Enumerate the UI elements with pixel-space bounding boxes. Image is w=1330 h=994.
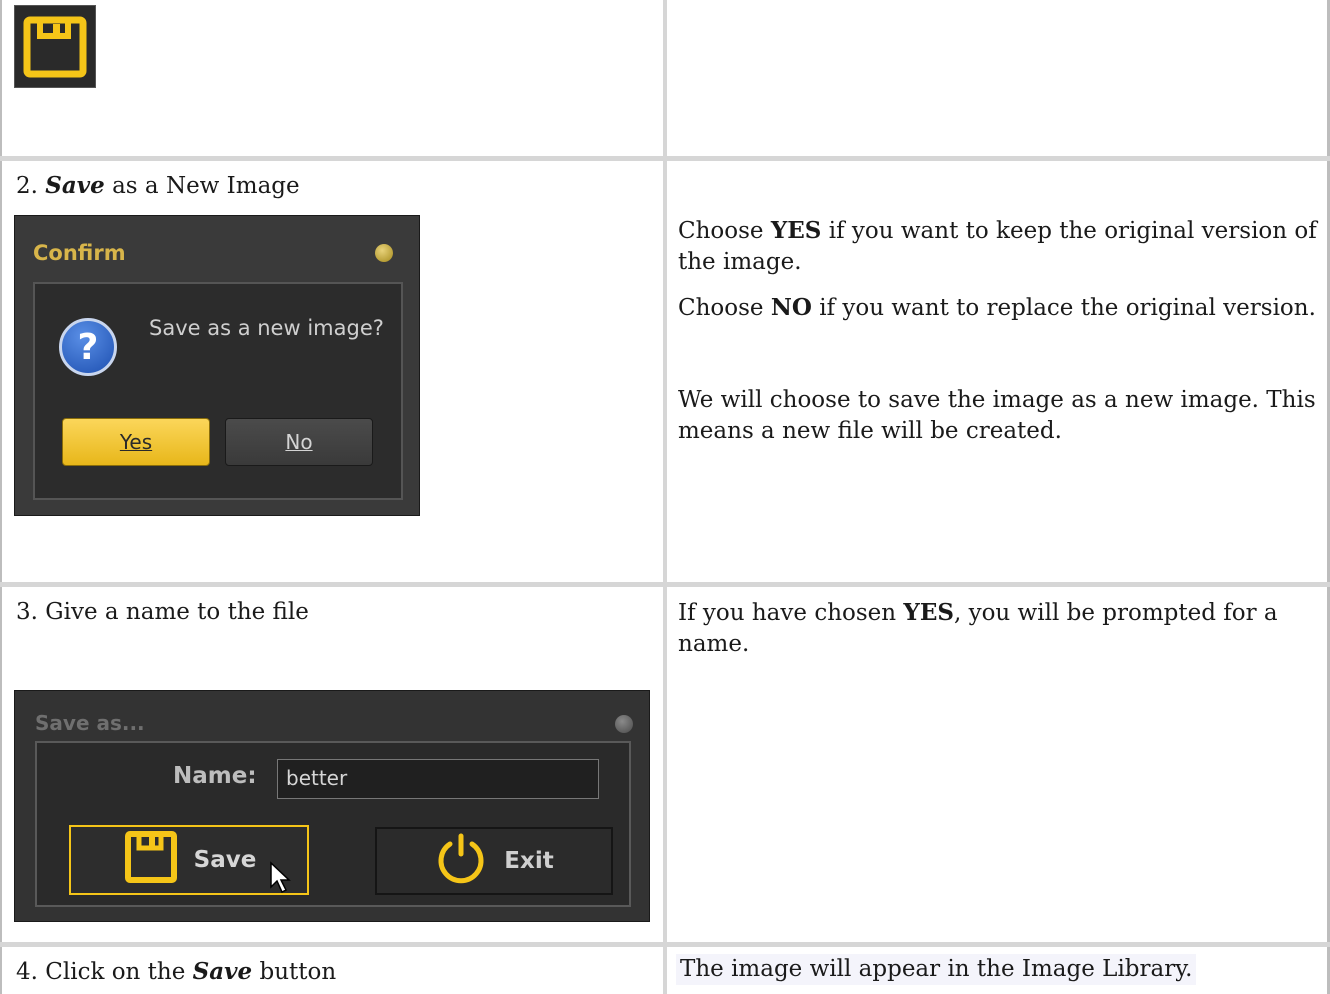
paragraph: We will choose to save the image as a ne… bbox=[678, 387, 1316, 444]
paragraph: Choose NO if you want to replace the ori… bbox=[678, 294, 1316, 321]
document-page: 2. Save as a New Image Confirm ? Save as… bbox=[0, 0, 1330, 994]
name-label: Name: bbox=[173, 763, 257, 789]
table-divider bbox=[0, 942, 1330, 947]
no-button[interactable]: No bbox=[225, 418, 373, 466]
row2-description: Choose YES if you want to keep the origi… bbox=[678, 215, 1323, 447]
mouse-cursor-icon bbox=[269, 861, 293, 899]
row3-description: If you have chosen YES, you will be prom… bbox=[678, 599, 1278, 657]
confirm-dialog-title: Confirm bbox=[33, 241, 126, 265]
exit-button[interactable]: Exit bbox=[375, 827, 613, 895]
yes-button[interactable]: Yes bbox=[62, 418, 210, 466]
power-icon bbox=[434, 832, 488, 890]
table-divider bbox=[0, 0, 2, 994]
name-input-value: better bbox=[286, 766, 348, 790]
exit-button-label: Exit bbox=[504, 848, 554, 874]
paragraph: Choose YES if you want to keep the origi… bbox=[678, 217, 1317, 275]
save-as-dialog: Save as... Name: better Save Exit bbox=[14, 690, 650, 922]
floppy-disk-icon bbox=[14, 5, 96, 88]
save-as-dialog-body: Name: better Save Exit bbox=[35, 741, 631, 907]
save-as-dialog-title: Save as... bbox=[35, 711, 145, 735]
step-3-text: 3. Give a name to the file bbox=[16, 599, 309, 625]
question-icon: ? bbox=[59, 318, 117, 376]
step-2-text: 2. Save as a New Image bbox=[16, 172, 300, 199]
table-divider bbox=[0, 156, 1330, 161]
confirm-dialog-body: ? Save as a new image? Yes No bbox=[33, 282, 403, 500]
no-button-label: No bbox=[285, 430, 313, 454]
save-button-label: Save bbox=[193, 847, 257, 873]
name-input[interactable]: better bbox=[277, 759, 599, 799]
floppy-disk-icon bbox=[122, 829, 180, 891]
close-icon[interactable] bbox=[615, 715, 633, 733]
close-icon[interactable] bbox=[375, 244, 393, 262]
confirm-message: Save as a new image? bbox=[149, 316, 384, 340]
confirm-dialog: Confirm ? Save as a new image? Yes No bbox=[14, 215, 420, 516]
row4-description: The image will appear in the Image Libra… bbox=[676, 954, 1197, 985]
yes-button-label: Yes bbox=[119, 430, 153, 454]
table-divider bbox=[663, 0, 667, 994]
table-divider bbox=[0, 582, 1330, 587]
step-4-text: 4. Click on the Save button bbox=[16, 958, 337, 985]
